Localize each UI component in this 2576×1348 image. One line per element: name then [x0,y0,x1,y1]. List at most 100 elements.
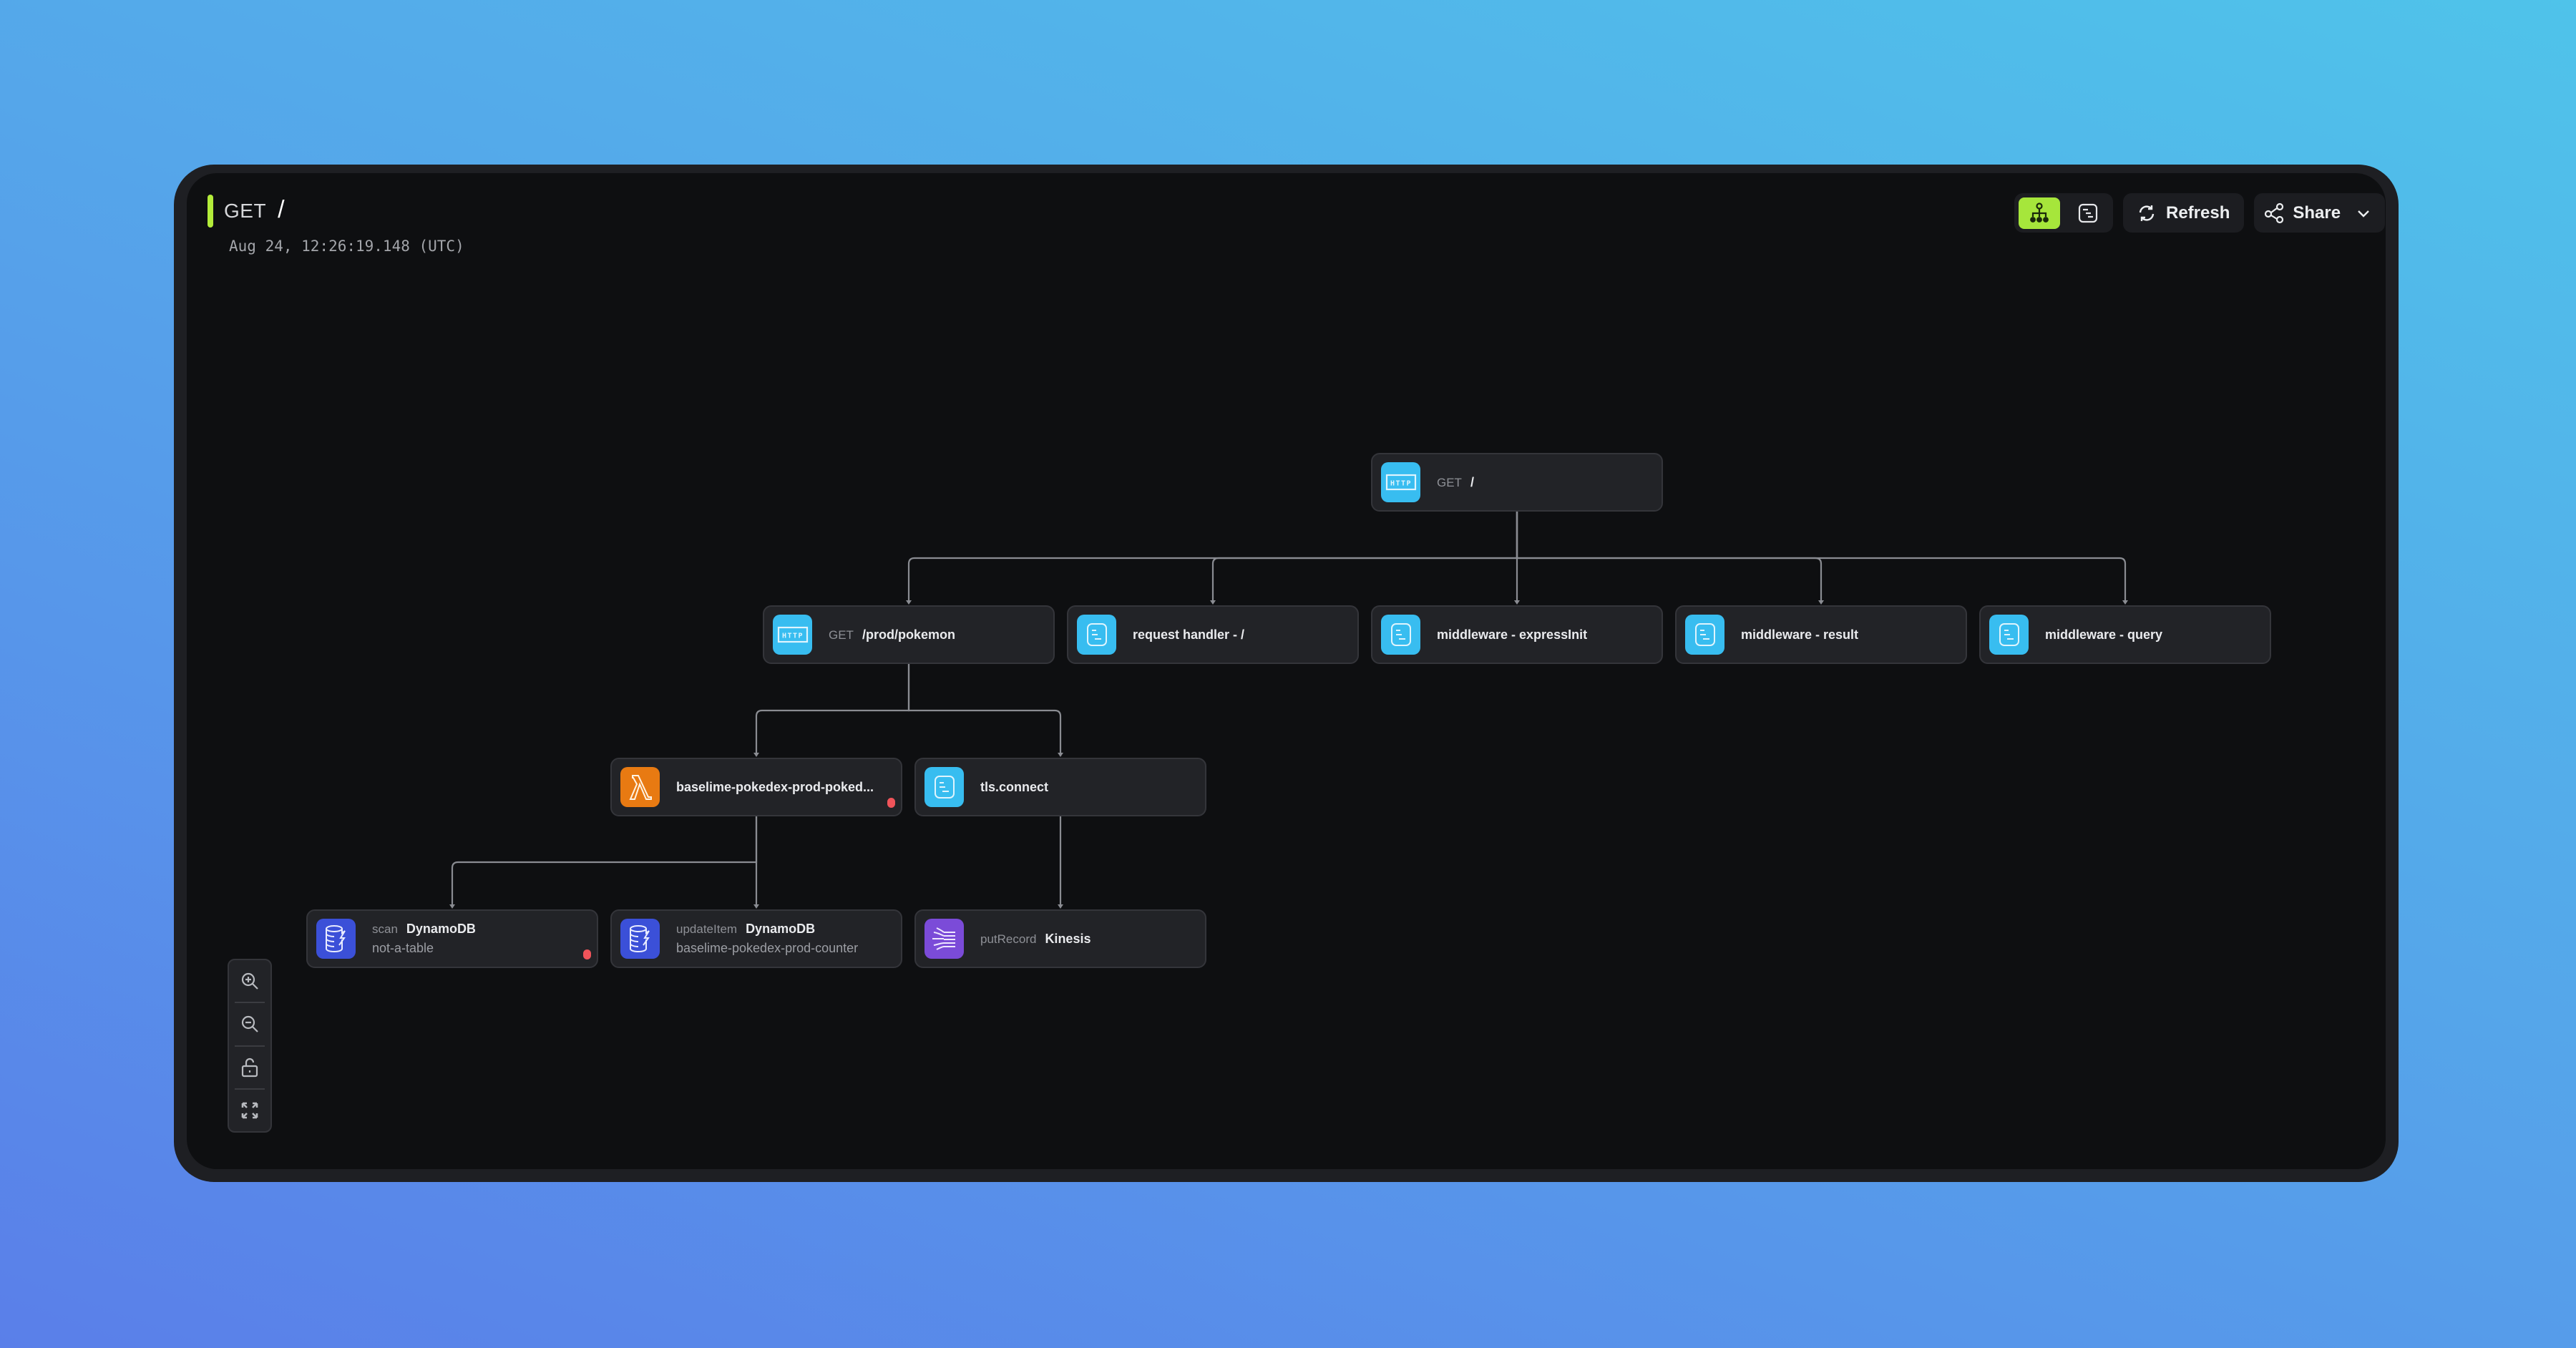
zoom-in-button[interactable] [235,960,265,1004]
node-operation: GET [829,627,854,642]
node-text: GET / [1437,475,1474,490]
node-operation: updateItem [676,922,738,936]
node-name: /prod/pokemon [862,627,955,642]
dynamodb-icon [316,919,356,959]
share-label: Share [2293,202,2341,223]
zoom-controls [228,959,272,1133]
node-title: middleware - query [2045,627,2162,643]
tree-view-button[interactable] [2019,197,2060,229]
trace-node-mw-query[interactable]: middleware - query [1979,605,2271,664]
node-resource: not-a-table [372,941,434,955]
edge-arrow [753,904,759,909]
node-title: middleware - result [1741,627,1858,643]
zoom-in-icon [241,973,258,990]
node-text: middleware - expressInit [1437,627,1587,643]
trace-node-request-handler[interactable]: request handler - / [1067,605,1359,664]
page-title: GET / [224,196,285,224]
node-name: / [1470,474,1474,489]
trace-node-mw-expressinit[interactable]: middleware - expressInit [1371,605,1663,664]
node-name: middleware - result [1741,627,1859,642]
lock-button[interactable] [235,1047,265,1090]
refresh-label: Refresh [2166,202,2230,223]
span-icon [1989,615,2029,655]
title-path: / [278,196,286,223]
span-icon [1685,615,1724,655]
fit-view-button[interactable] [235,1090,265,1131]
error-indicator [583,949,591,959]
node-text: tls.connect [980,780,1048,795]
share-icon [2265,202,2284,223]
node-operation: putRecord [980,932,1037,946]
http-icon: HTTP [773,615,812,655]
node-name: Kinesis [1045,931,1091,946]
node-title: GET / [1437,475,1474,490]
node-text: baselime-pokedex-prod-poked... [676,780,874,795]
node-title: GET/prod/pokemon [829,627,955,643]
node-title: baselime-pokedex-prod-poked... [676,780,874,795]
trace-node-root[interactable]: HTTP GET / [1371,453,1663,512]
http-icon: HTTP [1381,462,1420,502]
edge-arrow [2122,600,2128,605]
edge-arrow [1514,600,1520,605]
node-title: scan DynamoDB [372,922,476,937]
edge-prod-pokemon-tls-connect [907,664,1062,755]
node-text: request handler - / [1133,627,1244,643]
status-indicator [208,195,213,228]
refresh-button[interactable]: Refresh [2123,193,2245,233]
share-button[interactable]: Share [2254,193,2386,233]
node-text: middleware - query [2045,627,2162,643]
node-text: putRecord Kinesis [980,932,1091,947]
trace-node-putrecord[interactable]: putRecord Kinesis [914,909,1206,968]
span-icon [1381,615,1420,655]
node-operation: GET [1437,475,1462,489]
trace-canvas[interactable]: GET / Aug 24, 12:26:19.148 (UTC) Refresh… [187,173,2386,1169]
trace-node-lambda[interactable]: baselime-pokedex-prod-poked... [610,758,902,816]
trace-node-tls-connect[interactable]: tls.connect [914,758,1206,816]
node-name: middleware - query [2045,627,2163,642]
toolbar: Refresh Share [2014,193,2386,233]
hierarchy-icon [2030,202,2049,223]
node-name: DynamoDB [746,922,816,936]
dynamodb-icon [620,919,660,959]
node-name: tls.connect [980,779,1049,794]
node-title: request handler - / [1133,627,1244,643]
edge-arrow [1210,600,1216,605]
trace-node-prod-pokemon[interactable]: HTTP GET/prod/pokemon [763,605,1055,664]
node-text: middleware - result [1741,627,1858,643]
error-indicator [887,798,895,808]
node-name: middleware - expressInit [1437,627,1588,642]
edge-arrow [1058,753,1063,757]
kinesis-icon [924,919,964,959]
trace-edges [449,512,2128,909]
edge-arrow [753,753,759,757]
edge-root-prod-pokemon [907,512,1518,602]
span-icon [924,767,964,807]
view-toggle [2014,193,2113,233]
node-title: putRecord Kinesis [980,932,1091,947]
edge-arrow [449,904,455,909]
trace-window: GET / Aug 24, 12:26:19.148 (UTC) Refresh… [174,165,2399,1182]
trace-node-updateitem[interactable]: updateItem DynamoDB baselime-pokedex-prod-… [610,909,902,968]
timeline-view-button[interactable] [2067,197,2109,229]
fit-view-icon [241,1102,258,1119]
svg-text:HTTP: HTTP [1390,480,1411,488]
unlock-icon [241,1058,258,1077]
trace-node-mw-result[interactable]: middleware - result [1675,605,1967,664]
edge-root-mw-result [1516,512,1823,602]
node-name: DynamoDB [406,922,476,936]
chevron-down-icon[interactable] [2355,205,2372,222]
node-text: GET/prod/pokemon [829,627,955,643]
node-text: scan DynamoDB not-a-table [372,922,476,956]
refresh-icon [2139,205,2155,221]
edge-arrow [1818,600,1824,605]
zoom-out-button[interactable] [235,1003,265,1047]
trace-node-scan[interactable]: scan DynamoDB not-a-table [306,909,598,968]
node-title: tls.connect [980,780,1048,795]
span-icon [1077,615,1116,655]
edge-arrow [906,600,912,605]
node-title: middleware - expressInit [1437,627,1587,643]
edge-root-mw-query [1516,512,2127,602]
edge-lambda-scan [451,816,758,907]
node-text: updateItem DynamoDB baselime-pokedex-prod-… [676,922,858,956]
zoom-out-icon [241,1016,258,1033]
